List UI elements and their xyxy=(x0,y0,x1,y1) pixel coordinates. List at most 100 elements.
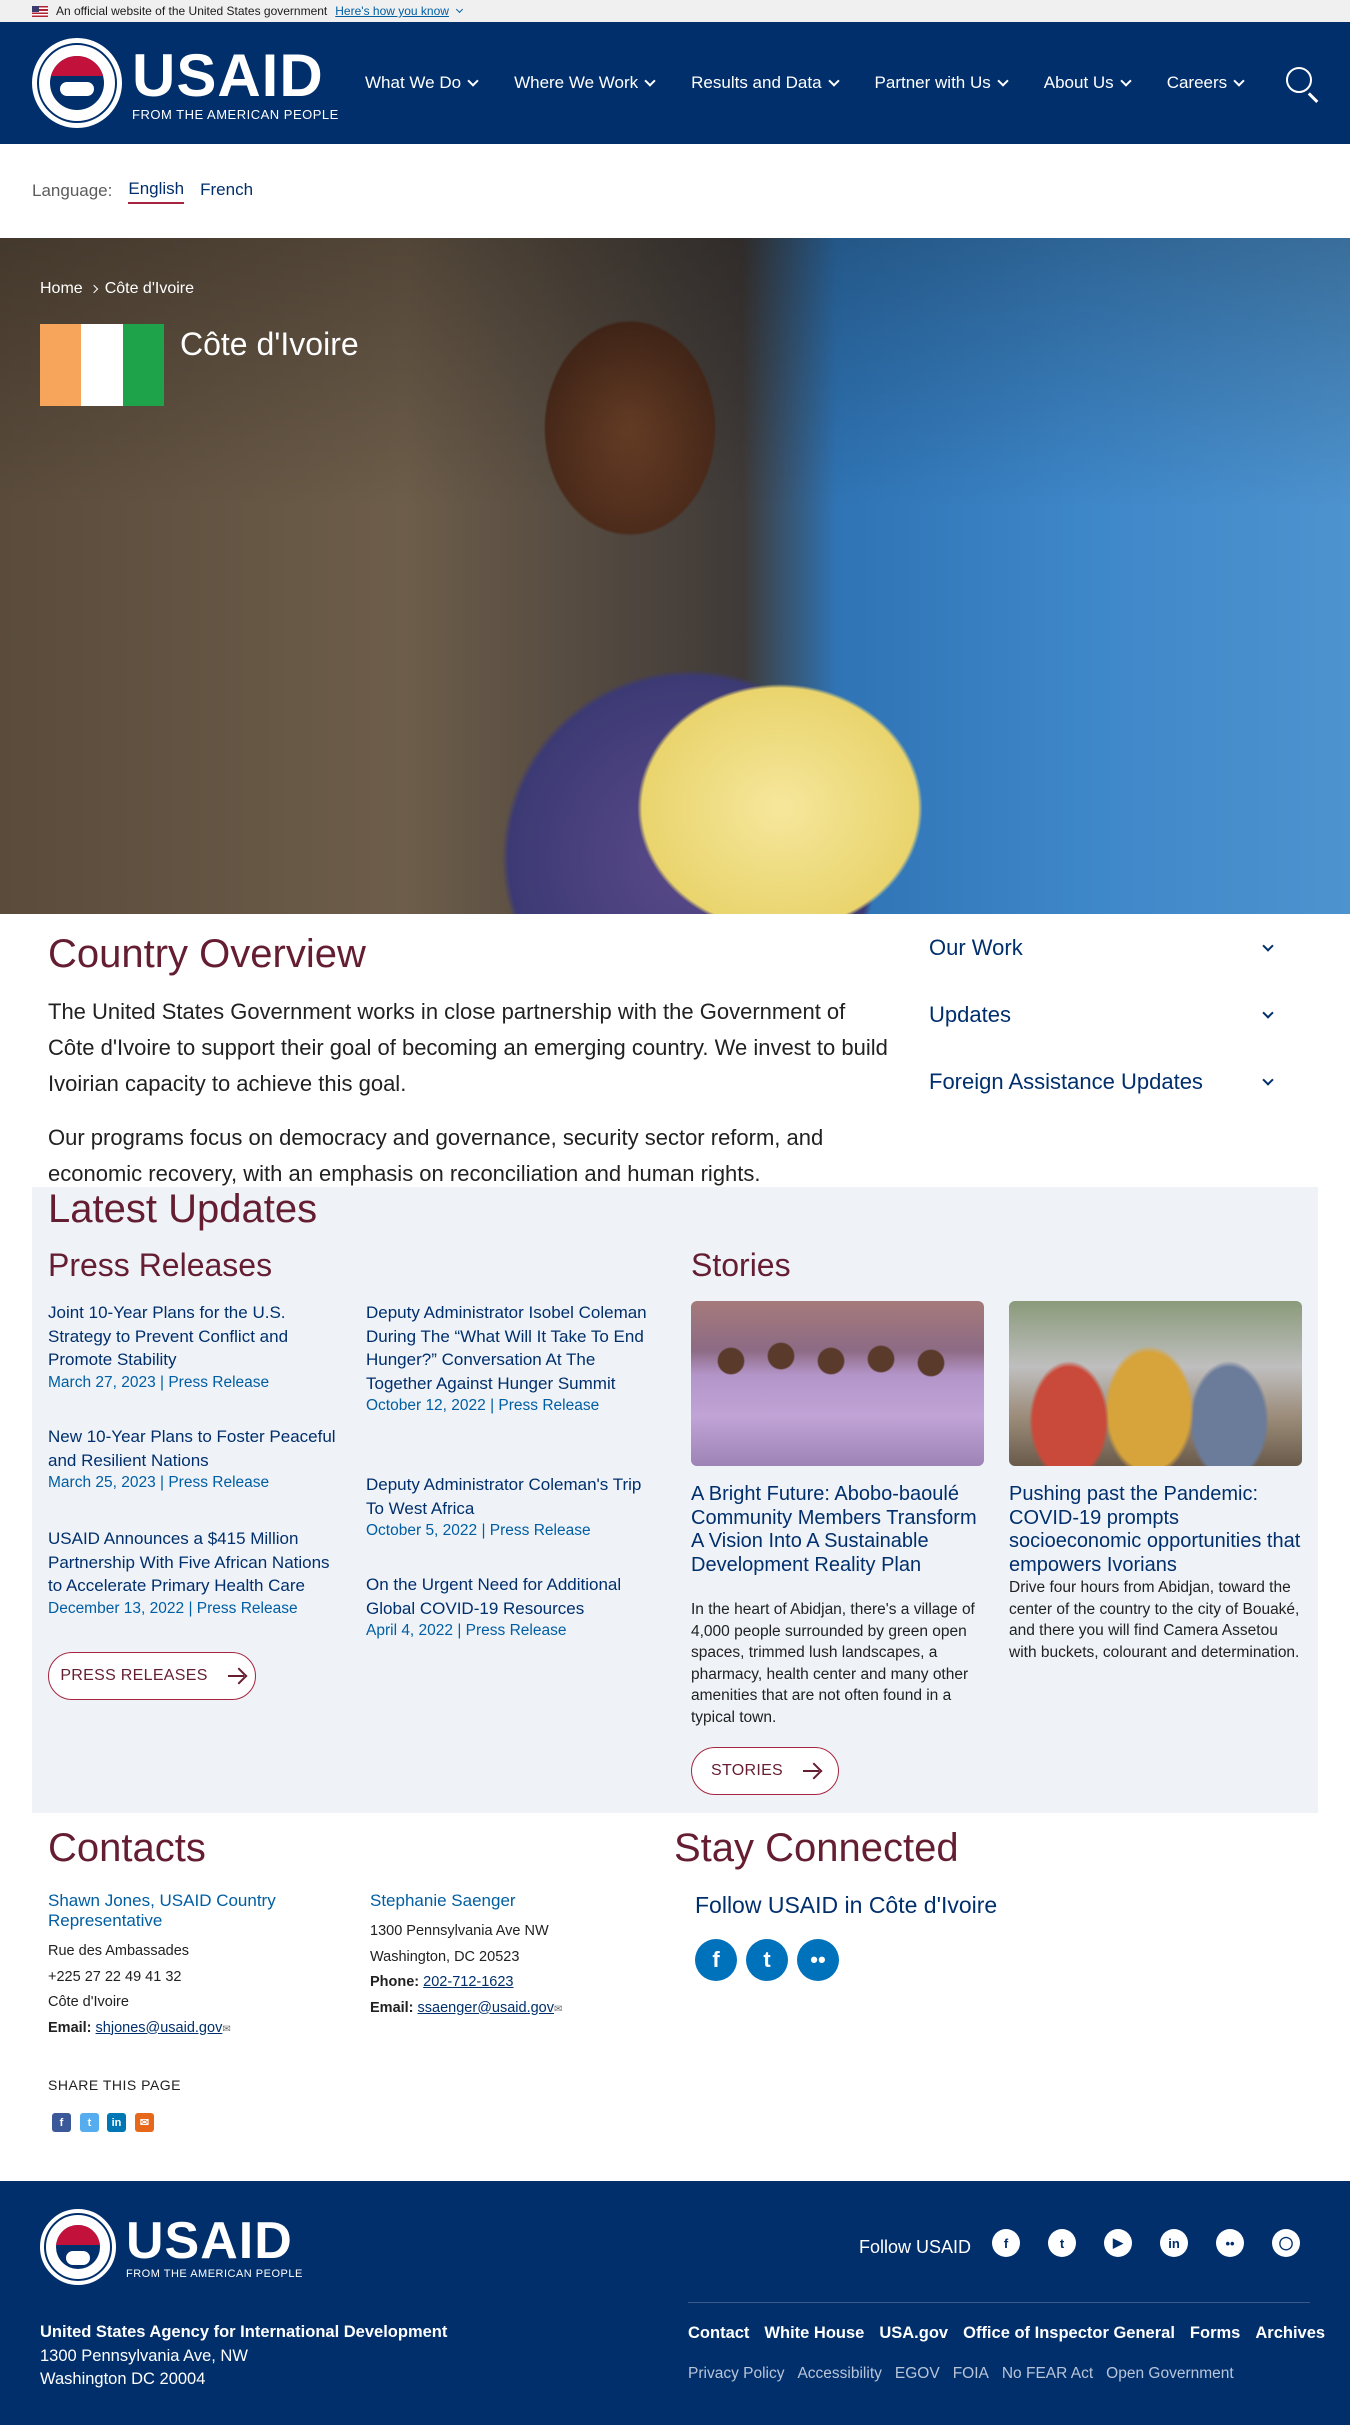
breadcrumb-current: Côte d'Ivoire xyxy=(104,280,195,297)
footer-link-egov[interactable]: EGOV xyxy=(895,2365,940,2383)
contact-address: Rue des Ambassades xyxy=(48,1943,190,1959)
share-facebook-icon[interactable]: f xyxy=(52,2113,71,2132)
press-release-item[interactable]: Deputy Administrator Isobel Coleman Duri… xyxy=(366,1301,656,1415)
accordion-our-work[interactable]: Our Work xyxy=(912,914,1292,981)
twitter-icon[interactable]: t xyxy=(1048,2229,1076,2257)
press-releases-button[interactable]: PRESS RELEASES xyxy=(48,1652,256,1700)
footer-link-privacy[interactable]: Privacy Policy xyxy=(688,2365,784,2383)
contact-city: Washington, DC 20523 xyxy=(370,1948,520,1965)
usaid-seal-icon xyxy=(32,38,122,128)
chevron-down-icon xyxy=(1262,1073,1274,1086)
facebook-icon[interactable]: f xyxy=(992,2229,1020,2257)
search-icon[interactable] xyxy=(1284,65,1320,103)
share-email-icon[interactable]: ✉ xyxy=(135,2113,154,2132)
share-linkedin-icon[interactable]: in xyxy=(107,2113,126,2132)
press-release-item[interactable]: On the Urgent Need for Additional Global… xyxy=(366,1573,656,1640)
flickr-icon[interactable]: •• xyxy=(1216,2229,1244,2257)
overview-paragraph: The United States Government works in cl… xyxy=(48,999,888,1096)
us-flag-icon xyxy=(32,5,48,17)
press-release-item[interactable]: Deputy Administrator Coleman's Trip To W… xyxy=(366,1473,656,1540)
gov-banner: An official website of the United States… xyxy=(0,0,1350,22)
language-label: Language: xyxy=(32,181,113,200)
nav-partner-with-us[interactable]: Partner with Us xyxy=(875,73,1009,93)
footer-address: United States Agency for International D… xyxy=(40,2323,448,2388)
press-release-item[interactable]: New 10-Year Plans to Foster Peaceful and… xyxy=(48,1425,338,1492)
contact-address: 1300 Pennsylvania Ave NW xyxy=(370,1923,549,1939)
footer-link-usa-gov[interactable]: USA.gov xyxy=(879,2324,948,2343)
accordion-foreign-assistance-updates[interactable]: Foreign Assistance Updates xyxy=(912,1048,1292,1115)
chevron-right-icon xyxy=(89,284,98,294)
story-title-link[interactable]: A Bright Future: Abobo-baoulé Community … xyxy=(691,1483,984,1577)
stories-title: Stories xyxy=(691,1247,791,1283)
footer-follow-label: Follow USAID xyxy=(859,2237,972,2257)
chevron-down-icon xyxy=(1262,939,1274,952)
facebook-icon[interactable]: f xyxy=(695,1939,737,1981)
linkedin-icon[interactable]: in xyxy=(1160,2229,1188,2257)
instagram-icon[interactable]: ◯ xyxy=(1272,2229,1300,2257)
usaid-wordmark: USAID FROM THE AMERICAN PEOPLE xyxy=(126,2211,303,2280)
chevron-down-icon xyxy=(1262,1006,1274,1019)
story-title-link[interactable]: Pushing past the Pandemic: COVID-19 prom… xyxy=(1009,1483,1302,1577)
footer-logo-link[interactable]: USAID FROM THE AMERICAN PEOPLE xyxy=(40,2209,303,2285)
press-releases-title: Press Releases xyxy=(48,1247,273,1283)
chevron-down-icon xyxy=(1120,75,1132,87)
stories-button[interactable]: STORIES xyxy=(691,1747,839,1795)
nav-results-and-data[interactable]: Results and Data xyxy=(691,73,840,93)
footer-link-accessibility[interactable]: Accessibility xyxy=(797,2365,881,2383)
language-english[interactable]: English xyxy=(128,179,185,204)
heres-how-you-know-link[interactable]: Here's how you know xyxy=(335,4,449,18)
accordion-updates[interactable]: Updates xyxy=(912,981,1292,1048)
share-twitter-icon[interactable]: t xyxy=(80,2113,99,2132)
page-title: Côte d'Ivoire xyxy=(180,326,359,362)
contact-card: Shawn Jones, USAID Country Representativ… xyxy=(48,1891,348,2042)
footer-link-open-government[interactable]: Open Government xyxy=(1106,2365,1234,2383)
footer-divider xyxy=(688,2302,1310,2303)
nav-careers[interactable]: Careers xyxy=(1167,73,1245,93)
footer-link-contact[interactable]: Contact xyxy=(688,2324,749,2343)
usaid-logo-link[interactable]: USAID FROM THE AMERICAN PEOPLE xyxy=(32,38,339,128)
footer-link-archives[interactable]: Archives xyxy=(1255,2324,1325,2343)
youtube-icon[interactable]: ▶ xyxy=(1104,2229,1132,2257)
overview-title: Country Overview xyxy=(48,932,366,976)
footer-secondary-links: Privacy Policy Accessibility EGOV FOIA N… xyxy=(688,2365,1234,2383)
contact-phone: +225 27 22 49 41 32 xyxy=(48,1968,182,1985)
hero-banner: Home Côte d'Ivoire Côte d'Ivoire xyxy=(0,238,1350,914)
nav-where-we-work[interactable]: Where We Work xyxy=(514,73,656,93)
contact-country: Côte d'Ivoire xyxy=(48,1994,129,2010)
nav-about-us[interactable]: About Us xyxy=(1044,73,1132,93)
flickr-icon[interactable]: •• xyxy=(797,1939,839,1981)
follow-country-heading: Follow USAID in Côte d'Ivoire xyxy=(695,1892,998,1918)
press-release-item[interactable]: Joint 10-Year Plans for the U.S. Strateg… xyxy=(48,1301,338,1392)
external-mail-icon: ✉ xyxy=(554,2003,563,2015)
sidebar-accordion: Our Work Updates Foreign Assistance Upda… xyxy=(912,914,1292,1115)
breadcrumb-home[interactable]: Home xyxy=(40,280,83,298)
footer-link-foia[interactable]: FOIA xyxy=(953,2365,989,2383)
usaid-wordmark: USAID FROM THE AMERICAN PEOPLE xyxy=(132,41,339,122)
footer-link-forms[interactable]: Forms xyxy=(1190,2324,1240,2343)
footer-link-inspector-general[interactable]: Office of Inspector General xyxy=(963,2324,1175,2343)
overview-paragraph: Our programs focus on democracy and gove… xyxy=(48,1125,824,1186)
chevron-down-icon xyxy=(997,75,1009,87)
footer-link-no-fear-act[interactable]: No FEAR Act xyxy=(1002,2365,1093,2383)
email-link[interactable]: ssaenger@usaid.gov xyxy=(418,2000,554,2016)
stay-connected-title: Stay Connected xyxy=(674,1826,959,1870)
email-link[interactable]: shjones@usaid.gov xyxy=(96,2020,223,2036)
contact-card: Stephanie Saenger 1300 Pennsylvania Ave … xyxy=(370,1891,670,2022)
twitter-icon[interactable]: t xyxy=(746,1939,788,1981)
story-image[interactable] xyxy=(1009,1301,1302,1466)
press-release-item[interactable]: USAID Announces a $415 Million Partnersh… xyxy=(48,1527,338,1618)
country-overview: Country Overview The United States Gover… xyxy=(0,914,1350,1206)
nav-what-we-do[interactable]: What We Do xyxy=(365,73,479,93)
phone-link[interactable]: 202-712-1623 xyxy=(423,1974,513,1990)
story-image[interactable] xyxy=(691,1301,984,1466)
gov-banner-text: An official website of the United States… xyxy=(56,4,328,18)
language-french[interactable]: French xyxy=(200,180,253,203)
contacts-title: Contacts xyxy=(48,1826,206,1870)
contact-name: Stephanie Saenger xyxy=(370,1891,516,1910)
email-label: Email: xyxy=(370,1999,414,2016)
chevron-down-icon xyxy=(1233,75,1245,87)
site-footer: USAID FROM THE AMERICAN PEOPLE Follow US… xyxy=(0,2181,1350,2425)
site-header: USAID FROM THE AMERICAN PEOPLE What We D… xyxy=(0,22,1350,144)
footer-link-white-house[interactable]: White House xyxy=(764,2324,864,2343)
chevron-down-icon xyxy=(644,75,656,87)
